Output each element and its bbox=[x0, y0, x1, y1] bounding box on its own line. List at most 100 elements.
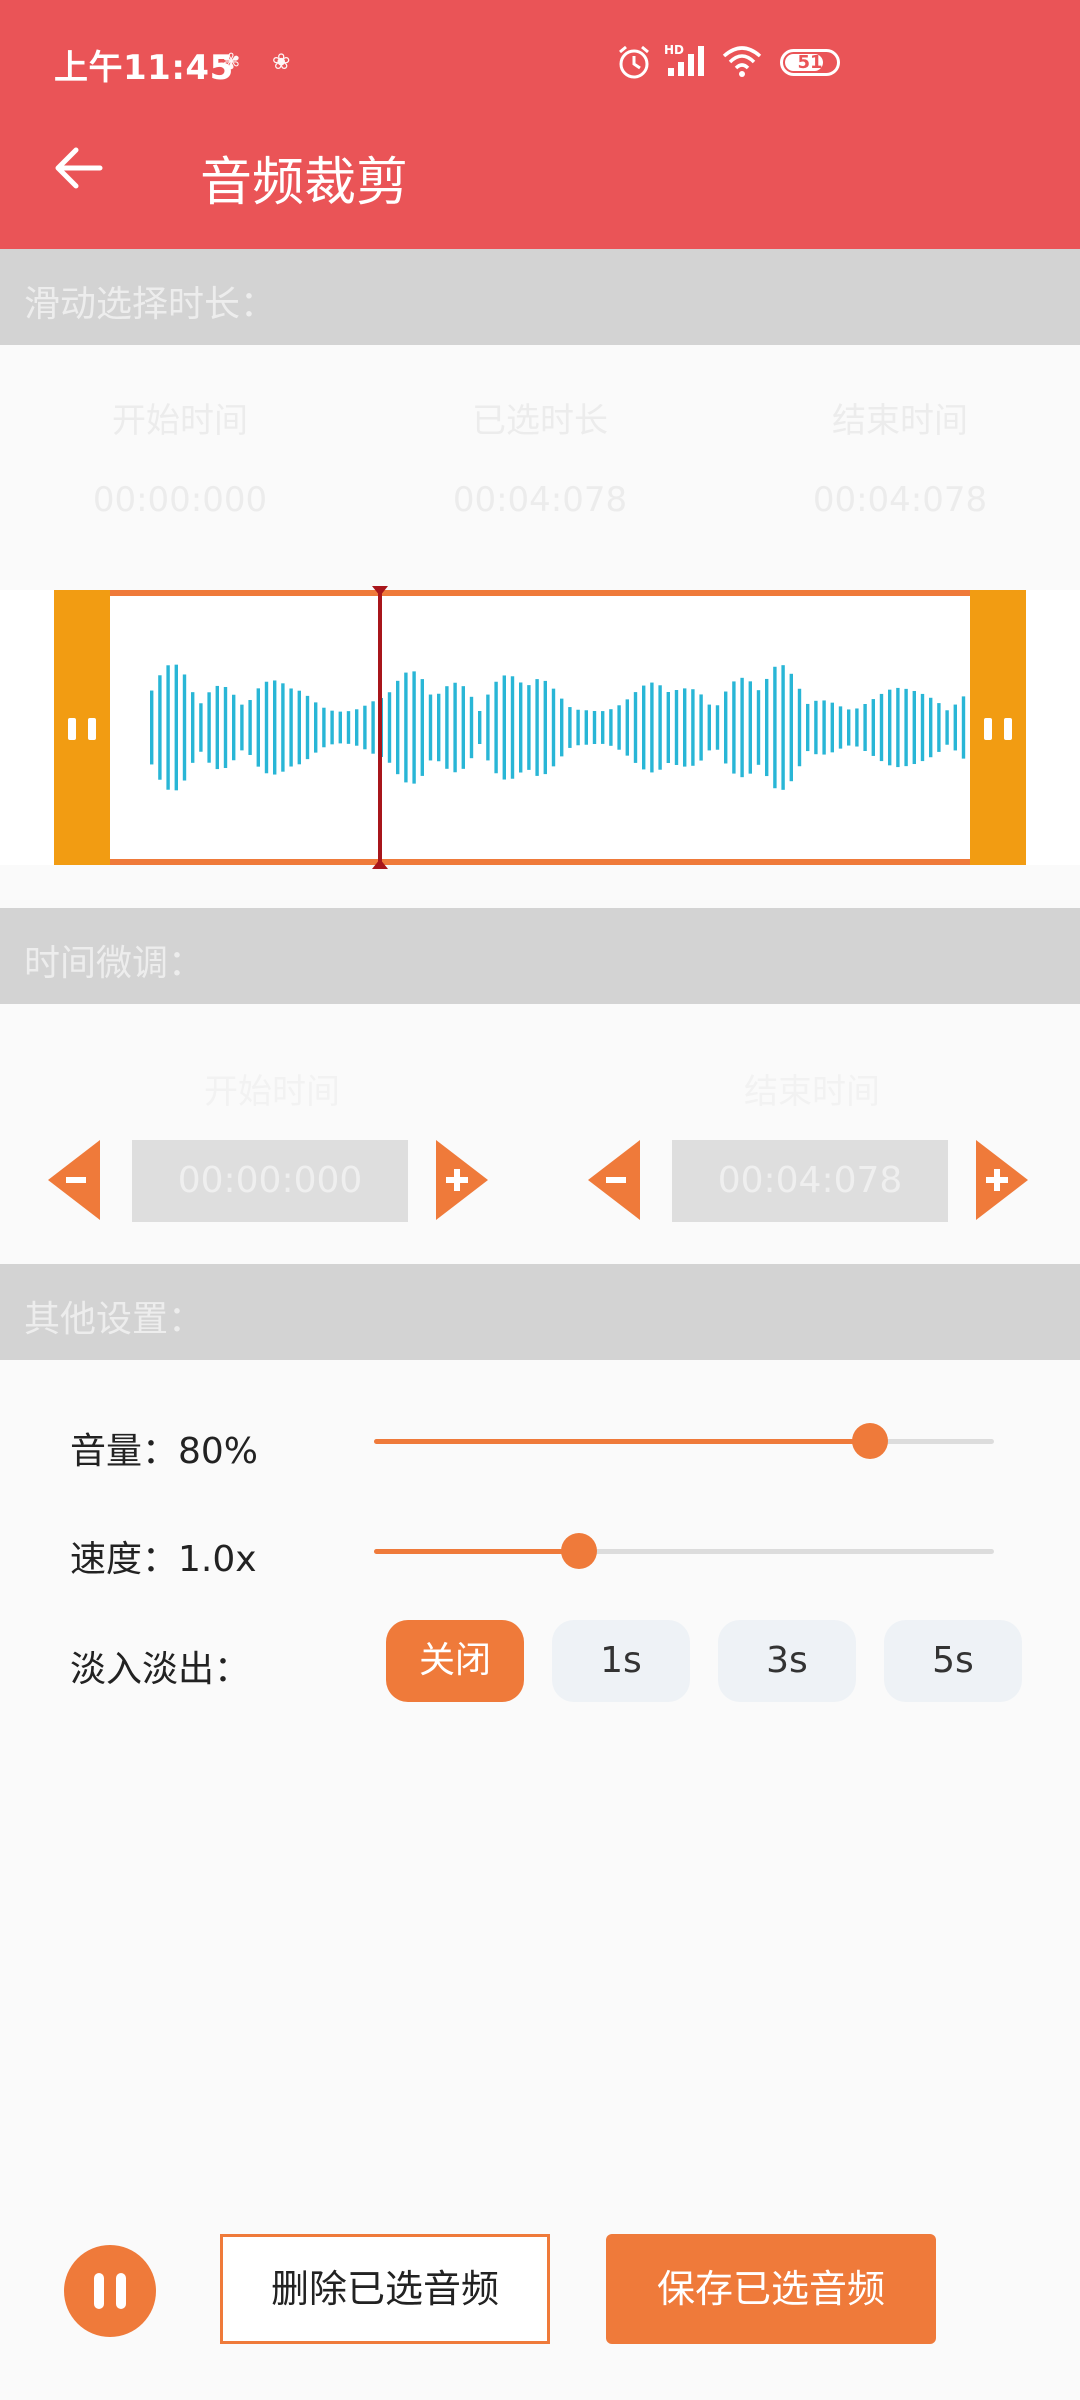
waveform-bar bbox=[166, 665, 170, 790]
back-arrow-icon[interactable] bbox=[52, 142, 104, 194]
waveform-bar bbox=[355, 709, 359, 746]
section-header-fine-tune: 时间微调： bbox=[0, 908, 1080, 1004]
waveform-bar bbox=[806, 703, 810, 752]
end-minus-button[interactable] bbox=[588, 1140, 648, 1220]
section-title: 其他设置： bbox=[24, 1299, 205, 1340]
waveform-bar bbox=[576, 709, 580, 746]
start-time-label: 开始时间 bbox=[112, 401, 248, 441]
waveform-bar bbox=[855, 708, 859, 747]
waveform-bar bbox=[961, 696, 966, 759]
waveform-bar bbox=[650, 682, 654, 773]
waveform-bar bbox=[740, 677, 744, 778]
fade-label: 淡入淡出： bbox=[70, 1649, 251, 1690]
waveform-bar bbox=[814, 700, 818, 755]
waveform-bar bbox=[724, 691, 728, 764]
waveform-bar bbox=[920, 693, 925, 762]
volume-slider-thumb[interactable] bbox=[852, 1423, 888, 1459]
waveform-bar bbox=[232, 694, 236, 761]
start-minus-button[interactable] bbox=[48, 1140, 108, 1220]
alarm-icon bbox=[619, 45, 649, 79]
waveform-bar bbox=[560, 698, 564, 757]
waveform-bar bbox=[633, 692, 638, 763]
pause-icon bbox=[116, 2273, 126, 2309]
speed-slider[interactable] bbox=[374, 1549, 994, 1554]
end-time-info: 结束时间 00:04:078 bbox=[750, 393, 1050, 520]
waveform-bar bbox=[453, 682, 457, 773]
waveform-bar bbox=[338, 711, 342, 744]
waveform-bar bbox=[510, 676, 515, 779]
waveform-bar bbox=[396, 680, 400, 775]
delete-selected-audio-button[interactable]: 删除已选音频 bbox=[220, 2234, 550, 2344]
waveform-bar bbox=[412, 671, 416, 784]
playhead[interactable] bbox=[378, 590, 382, 865]
waveform-bar bbox=[248, 700, 252, 755]
fade-option-1s[interactable]: 1s bbox=[552, 1620, 690, 1702]
trim-start-handle[interactable] bbox=[54, 590, 110, 865]
waveform-bar bbox=[756, 690, 761, 765]
waveform-bar bbox=[150, 690, 154, 765]
fade-option-5s[interactable]: 5s bbox=[884, 1620, 1022, 1702]
waveform-bar bbox=[174, 664, 178, 791]
waveform-bar bbox=[773, 666, 777, 789]
waveform-bar bbox=[879, 693, 884, 762]
waveform-bar bbox=[822, 700, 826, 755]
fine-tune-area bbox=[0, 1004, 1080, 1264]
start-time-field[interactable]: 00:00:000 bbox=[132, 1140, 408, 1222]
waveform-bar bbox=[502, 675, 506, 780]
waveform-bar bbox=[207, 692, 211, 763]
end-time-value: 00:04:078 bbox=[812, 480, 988, 520]
trim-end-handle[interactable] bbox=[970, 590, 1026, 865]
end-plus-button[interactable] bbox=[976, 1140, 1036, 1220]
waveform-bar bbox=[830, 702, 834, 753]
section-header-other-settings: 其他设置： bbox=[0, 1264, 1080, 1360]
start-plus-button[interactable] bbox=[436, 1140, 496, 1220]
waveform-bar bbox=[609, 709, 613, 746]
battery-icon: 51 bbox=[780, 49, 840, 76]
volume-slider[interactable] bbox=[374, 1439, 994, 1444]
save-selected-audio-button[interactable]: 保存已选音频 bbox=[606, 2234, 936, 2344]
waveform-bar bbox=[617, 705, 621, 750]
waveform-bar bbox=[888, 689, 892, 766]
waveform-bar bbox=[215, 685, 219, 770]
waveform-bar bbox=[666, 691, 670, 764]
waveform-bar bbox=[953, 704, 957, 751]
waveform-bar bbox=[240, 704, 244, 751]
selected-duration-label: 已选时长 bbox=[472, 401, 608, 441]
waveform-bar bbox=[469, 696, 474, 759]
status-time: 上午11:45 bbox=[54, 48, 234, 88]
battery-level: 51 bbox=[797, 52, 823, 73]
waveform-bar bbox=[387, 692, 392, 763]
speed-slider-fill bbox=[374, 1549, 579, 1554]
fade-option-off[interactable]: 关闭 bbox=[386, 1620, 524, 1702]
waveform-bar bbox=[199, 703, 203, 752]
waveform-bar bbox=[527, 685, 531, 770]
fine-end-label: 结束时间 bbox=[744, 1072, 880, 1112]
speed-slider-thumb[interactable] bbox=[560, 1533, 597, 1569]
waveform-bar bbox=[322, 707, 326, 748]
pause-button[interactable] bbox=[64, 2245, 156, 2337]
waveform-bar bbox=[732, 681, 736, 774]
waveform-bar bbox=[543, 680, 547, 775]
end-time-field[interactable]: 00:04:078 bbox=[672, 1140, 948, 1222]
waveform-bar bbox=[871, 699, 875, 756]
duration-info: 开始时间 00:00:000 已选时长 00:04:078 结束时间 00:04… bbox=[0, 345, 1080, 590]
waveform-bar bbox=[478, 710, 482, 745]
waveform-bar bbox=[592, 710, 597, 745]
volume-label: 音量：80% bbox=[70, 1431, 259, 1472]
waveform-bar bbox=[281, 683, 285, 772]
section-title: 滑动选择时长： bbox=[24, 284, 277, 325]
waveform-bar bbox=[658, 685, 662, 770]
fine-start-label: 开始时间 bbox=[204, 1072, 340, 1112]
waveform-bar bbox=[371, 701, 375, 754]
section-title: 时间微调： bbox=[24, 943, 205, 984]
waveform-bar bbox=[330, 710, 334, 745]
notification-icon-2: ❀ bbox=[272, 50, 291, 75]
waveform-bar bbox=[551, 688, 556, 767]
waveform-bar bbox=[486, 694, 490, 761]
fade-option-3s[interactable]: 3s bbox=[718, 1620, 856, 1702]
waveform-bar bbox=[519, 682, 523, 773]
waveform-bar bbox=[191, 692, 195, 763]
waveform-bar bbox=[683, 688, 687, 767]
waveform-bar bbox=[223, 686, 228, 769]
waveform-bar bbox=[847, 709, 851, 746]
